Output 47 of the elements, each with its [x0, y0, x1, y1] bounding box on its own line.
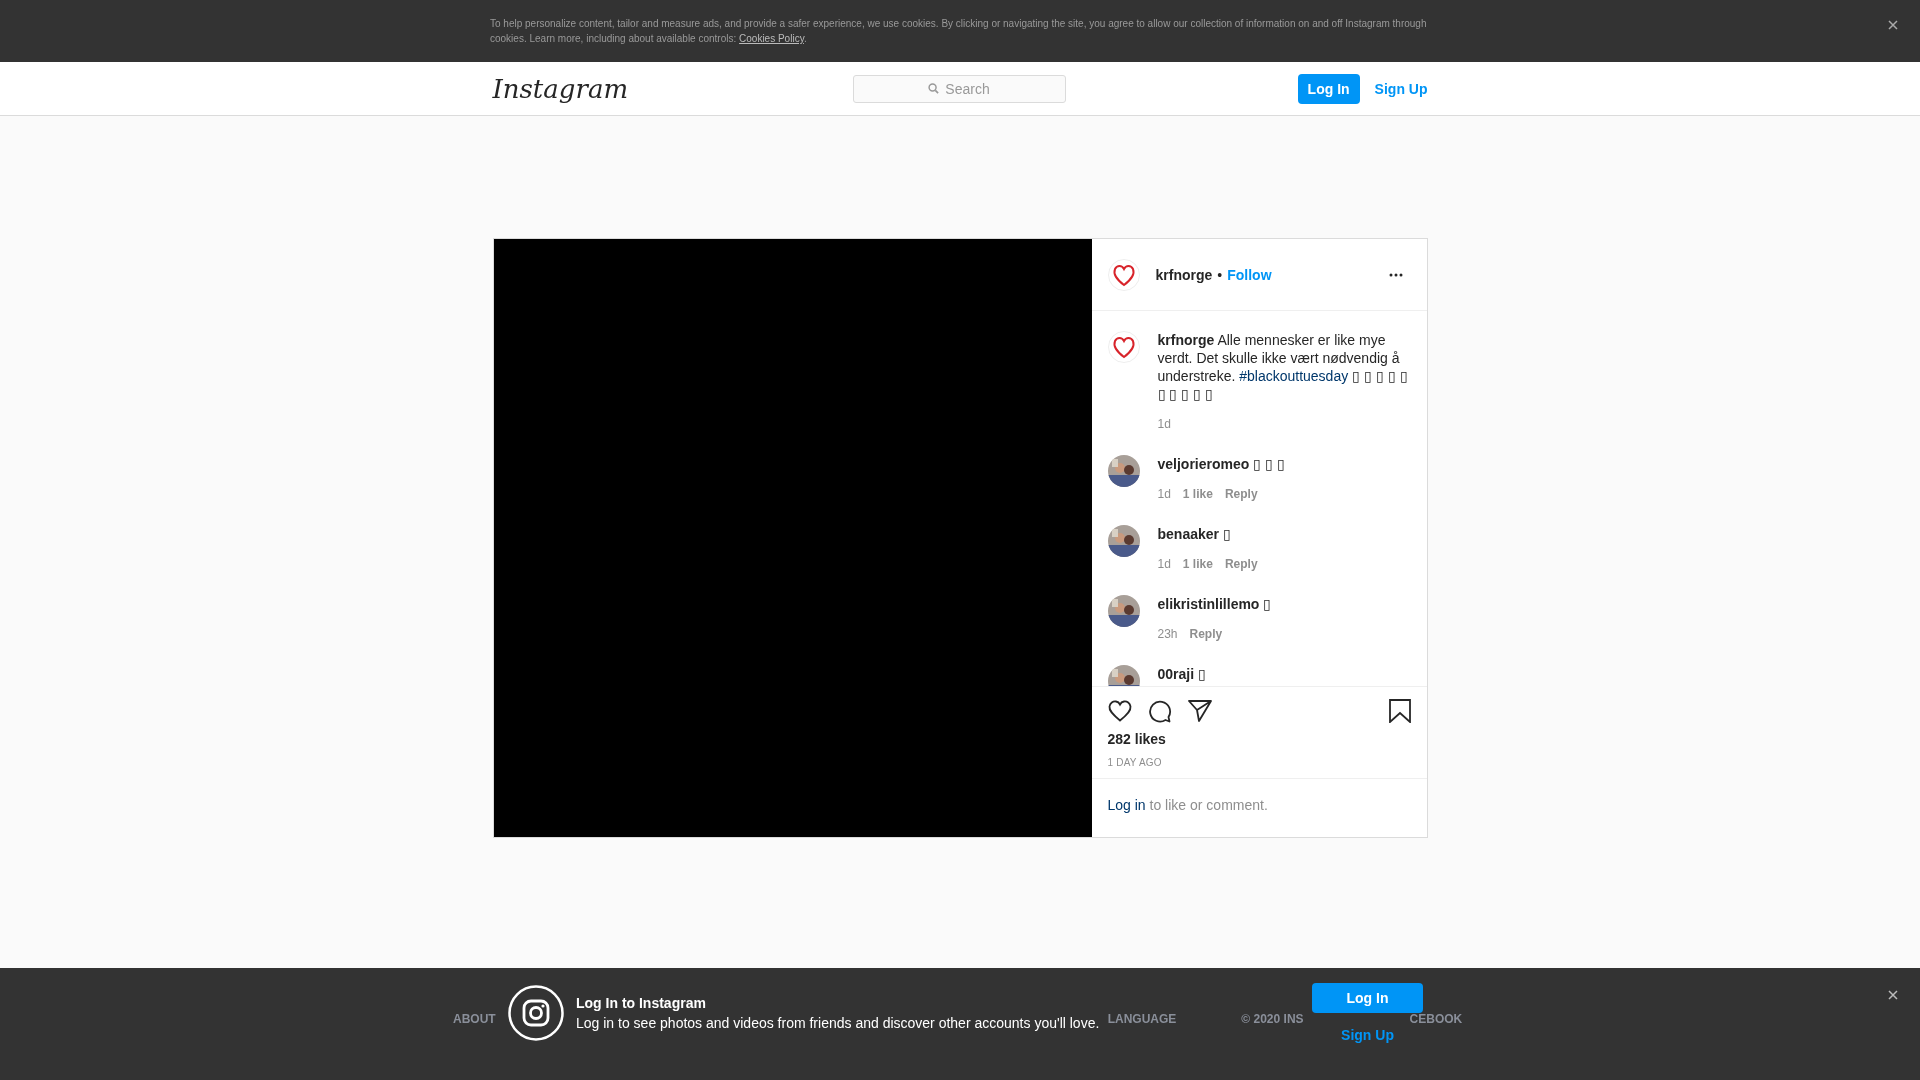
- like-icon[interactable]: [1107, 700, 1132, 722]
- footer-link[interactable]: ABOUT: [453, 1012, 496, 1026]
- like-count[interactable]: 1 like: [1182, 487, 1213, 501]
- follow-link[interactable]: Follow: [1227, 266, 1272, 283]
- like-count[interactable]: 1 like: [1182, 557, 1213, 571]
- footer-link[interactable]: LANGUAGE: [1107, 1012, 1177, 1026]
- comment: elikristinlillemo ▯: [1157, 595, 1273, 613]
- reply-button[interactable]: Reply: [1224, 557, 1258, 571]
- caption: krfnorge Alle mennesker er like mye verdt. Det skulle ikke vært nødvendig å understreke. #blackouttuesday ▯ ▯ ▯ ▯ ▯ ▯ ▯ ▯ ▯ ▯: [1157, 331, 1409, 403]
- login-bar-title: Log In to Instagram: [576, 995, 707, 1011]
- more-options-icon[interactable]: [1388, 272, 1403, 277]
- cookie-notice: To help personalize content, tailor and measure ads, and provide a safer experience, we use cookies. By clicking or navigating the site, you agree to allow our collection of information on and off Instagram through cookies. Learn more, including about available controls: Cookies Policy.: [490, 17, 1428, 46]
- log-in-link[interactable]: Log in: [1107, 797, 1146, 813]
- username[interactable]: krfnorge: [1155, 266, 1213, 283]
- post-age: 1 DAY AGO: [1107, 757, 1163, 768]
- comment: veljorieromeo ▯ ▯ ▯: [1157, 455, 1286, 473]
- comment-time: 1d: [1157, 417, 1171, 431]
- sign-up-link[interactable]: Sign Up: [1341, 1027, 1394, 1043]
- close-icon[interactable]: [1888, 20, 1898, 30]
- comment: 00raji ▯: [1157, 665, 1207, 683]
- comment: benaaker ▯: [1157, 525, 1232, 543]
- share-icon[interactable]: [1187, 700, 1212, 722]
- login-bar-text: Log in to see photos and videos from friends and discover other accounts you'll love.: [576, 1015, 1100, 1031]
- cookies-policy-link[interactable]: Cookies Policy: [739, 33, 804, 44]
- comment-icon[interactable]: [1147, 699, 1172, 723]
- heart-logo-avatar[interactable]: [1107, 258, 1140, 291]
- copyright: CEBOOK: [1409, 1012, 1463, 1026]
- close-icon[interactable]: [1888, 990, 1898, 1000]
- like-total[interactable]: 282 likes: [1107, 731, 1411, 747]
- reply-button[interactable]: Reply: [1189, 627, 1223, 641]
- log-in-button[interactable]: Log In: [1312, 983, 1423, 1013]
- comment-time: 1d: [1157, 557, 1171, 571]
- search-icon: [928, 83, 940, 94]
- camera-icon: [508, 985, 564, 1041]
- comment-time: 23h: [1157, 627, 1178, 641]
- log-in-button[interactable]: Log In: [1297, 73, 1360, 104]
- instagram-logo[interactable]: Instagram: [492, 73, 853, 104]
- separator: •: [1217, 266, 1223, 283]
- comment-time: 1d: [1157, 487, 1171, 501]
- reply-button[interactable]: Reply: [1224, 487, 1258, 501]
- hashtag-link[interactable]: #blackouttuesday: [1239, 368, 1349, 384]
- sign-up-link[interactable]: Sign Up: [1374, 80, 1428, 97]
- bookmark-icon[interactable]: [1388, 699, 1411, 723]
- copyright: © 2020 INS: [1241, 1012, 1304, 1026]
- search-field[interactable]: Search: [852, 74, 1066, 103]
- login-prompt: Log in to like or comment.: [1091, 778, 1427, 837]
- heart-logo-avatar[interactable]: [1107, 331, 1140, 363]
